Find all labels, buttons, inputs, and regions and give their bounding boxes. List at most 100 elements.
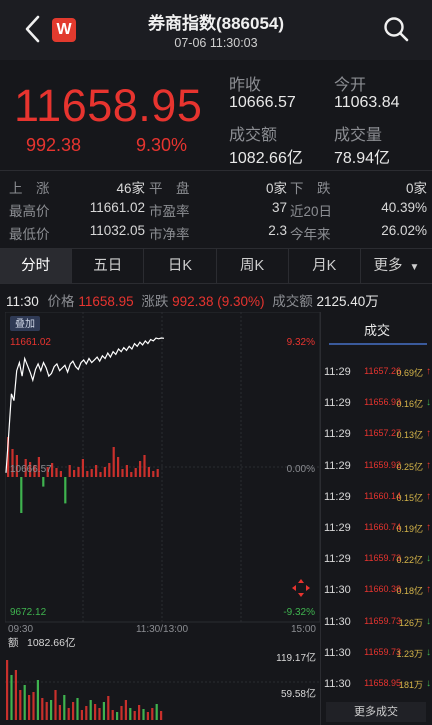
volume-bar-up <box>58 705 61 720</box>
trades-header-underline <box>329 343 427 345</box>
trade-price: 11656.93 <box>364 397 401 408</box>
stat-value: 46家 <box>116 181 145 196</box>
stat-value: 2.3 <box>268 223 287 238</box>
volume-bar-up <box>156 469 159 477</box>
arrow-down-icon: ↓ <box>426 397 431 409</box>
stat-label: 平 盘 <box>149 181 190 196</box>
arrow-up-icon: ↑ <box>426 584 431 596</box>
tab-weekly-k[interactable]: 周K <box>217 249 289 283</box>
volume-bar-up <box>73 470 76 477</box>
volume-bar-up <box>98 708 101 720</box>
volume-bar-up <box>139 461 142 477</box>
trade-volume: 0.69亿 <box>396 368 423 378</box>
trade-row: 11:30 11659.73 126万 ↓ <box>321 616 432 632</box>
volume-bar-up <box>68 465 71 477</box>
tab-more[interactable]: 更多 ▼ <box>361 249 432 283</box>
stat-value: 37 <box>271 200 287 215</box>
trade-price: 11660.38 <box>364 584 401 595</box>
arrow-up-icon: ↑ <box>426 428 431 440</box>
y-low-pct: -9.32% <box>283 607 315 618</box>
stat-value: 11661.02 <box>89 200 145 215</box>
volume-bar-up <box>107 696 110 720</box>
turnover-value: 1082.66亿 <box>229 150 303 167</box>
tab-monthly-k[interactable]: 月K <box>289 249 361 283</box>
arrow-down-icon: ↓ <box>426 646 431 658</box>
y-base-pct: 0.00% <box>287 464 315 475</box>
volume-bar-up <box>124 700 127 720</box>
trade-row: 11:29 11659.73 0.22亿 ↓ <box>321 553 432 569</box>
trade-time: 11:30 <box>324 584 351 597</box>
stats-row: 上 涨 46家 平 盘 0家 下 跌 0家 <box>0 177 432 197</box>
price-change: 992.38 <box>26 135 82 155</box>
volume-bar-up <box>41 698 44 720</box>
tab-more-label: 更多 <box>373 258 403 274</box>
time-end: 15:00 <box>291 624 316 635</box>
tab-five-day[interactable]: 五日 <box>72 249 145 283</box>
trade-volume: 126万 <box>398 617 423 628</box>
volume-bar-up <box>95 465 98 477</box>
vol-mid-label: 59.58亿 <box>281 687 316 700</box>
stat-value: 40.39% <box>381 200 427 215</box>
volume-bar-up <box>6 660 9 720</box>
tab-daily-k[interactable]: 日K <box>144 249 217 283</box>
price-line <box>5 337 165 473</box>
arrow-up-icon: ↑ <box>426 522 431 533</box>
trade-time: 11:30 <box>324 615 351 628</box>
trade-time: 11:29 <box>324 397 351 410</box>
volume-bar-down <box>20 477 23 513</box>
trade-price: 11659.73 <box>364 615 401 626</box>
stats-row: 最低价 11032.05 市净率 2.3 今年来 26.02% <box>0 223 432 243</box>
trade-volume: 1.23万 <box>396 648 423 659</box>
crosshair-info: 11:30 价格 11658.95 涨跌 992.38 (9.30%) 成交额 … <box>6 290 379 310</box>
trade-volume: 0.19亿 <box>396 524 423 534</box>
trade-row: 11:30 11660.38 0.18亿 ↑ <box>321 584 432 600</box>
trade-volume: 0.18亿 <box>396 586 423 597</box>
info-change-label: 涨跌 <box>141 294 169 309</box>
trade-volume: 0.22亿 <box>396 555 423 566</box>
volume-bar-up <box>59 471 62 477</box>
volume-bar-down <box>155 704 158 720</box>
stat-label: 最高价 <box>9 204 50 219</box>
trade-volume: 0.15亿 <box>396 492 423 503</box>
trade-row: 11:30 11659.73 1.23万 ↓ <box>321 647 432 663</box>
volume-bar-down <box>102 702 105 720</box>
volume-bar-down <box>89 700 92 720</box>
volume-value: 78.94亿 <box>334 150 391 167</box>
prev-close-value: 10666.57 <box>229 94 296 111</box>
volume-bar-up <box>108 463 111 477</box>
volume-bar-down <box>116 712 119 720</box>
volume-bar-up <box>143 455 146 477</box>
stat-label: 市净率 <box>149 227 190 242</box>
search-icon[interactable] <box>382 15 410 43</box>
volume-bar-up <box>125 465 128 477</box>
vol-title-label: 额 <box>8 636 19 649</box>
trade-time: 11:30 <box>324 646 351 659</box>
trade-row: 11:29 11657.27 0.13亿 ↑ <box>321 428 432 444</box>
tab-intraday[interactable]: 分时 <box>0 249 73 283</box>
volume-bar-down <box>50 700 53 720</box>
volume-bar-up <box>121 469 124 477</box>
volume-bar-up <box>77 467 80 477</box>
volume-bar-up <box>85 706 88 720</box>
prev-close-label: 昨收 <box>229 77 262 94</box>
stat-label: 近20日 <box>290 204 333 219</box>
volume-bar-up <box>81 459 84 477</box>
volume-bar-up <box>133 711 136 720</box>
open-value: 11063.84 <box>334 94 400 111</box>
volume-bar-up <box>103 467 106 477</box>
y-low-label: 9672.12 <box>10 607 47 618</box>
volume-bars <box>6 660 163 720</box>
volume-bar-up <box>86 471 89 477</box>
info-change: 992.38 (9.30%) <box>172 294 265 309</box>
volume-bar-down <box>142 709 145 720</box>
info-turnover: 2125.40万 <box>316 294 379 309</box>
trade-row: 11:29 11660.74 0.19亿 ↑ <box>321 522 432 538</box>
trade-price: 11659.73 <box>364 646 401 657</box>
trade-price: 11657.27 <box>364 428 401 439</box>
arrow-down-icon: ↓ <box>426 678 431 689</box>
expand-icon[interactable] <box>292 579 310 597</box>
intraday-chart[interactable]: 叠加 11661.02 9.32% 10666.57 0.00% 9672.12… <box>5 312 320 722</box>
more-trades-button[interactable]: 更多成交 <box>326 702 426 722</box>
volume-bar-up <box>138 705 141 720</box>
trade-volume: 181万 <box>398 680 423 690</box>
